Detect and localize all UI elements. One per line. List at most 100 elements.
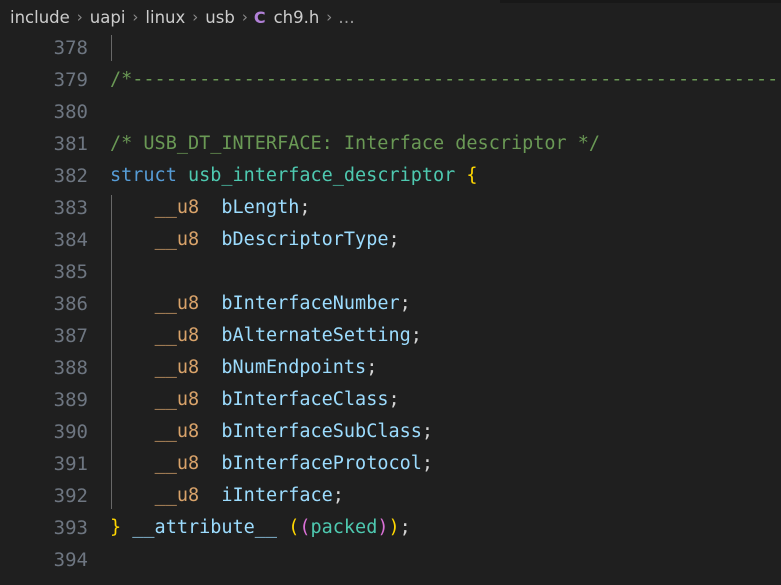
line-content[interactable]: __u8 bInterfaceNumber; (110, 288, 411, 320)
code-token: ; (421, 453, 434, 474)
breadcrumb[interactable]: include › uapi › linux › usb › Cch9.h › … (0, 3, 781, 32)
breadcrumb-item-uapi[interactable]: uapi (89, 3, 127, 32)
code-token: ) (377, 517, 389, 538)
code-token: /* USB_DT_INTERFACE: Interface descripto… (110, 133, 601, 154)
code-line[interactable]: 393 } __attribute__ ((packed)); (0, 512, 781, 544)
line-content[interactable]: __u8 iInterface; (110, 480, 344, 512)
line-number: 386 (53, 293, 88, 315)
line-number: 391 (53, 453, 88, 475)
c-file-icon: C (253, 8, 266, 27)
code-token: ; (410, 325, 422, 346)
line-number: 383 (53, 197, 88, 219)
code-token: struct (110, 165, 177, 186)
code-token: } (110, 517, 122, 538)
code-line[interactable]: 385 (0, 256, 781, 288)
breadcrumb-overflow[interactable]: … (338, 3, 356, 32)
code-editor[interactable]: 378 379 /*--------------------------------… (0, 32, 781, 585)
code-token: bInterfaceSubClass (221, 421, 422, 442)
line-content[interactable]: /*--------------------------------------… (110, 64, 781, 96)
line-content[interactable]: __u8 bLength; (110, 192, 311, 224)
code-line[interactable]: 381 /* USB_DT_INTERFACE: Interface descri… (0, 128, 781, 160)
code-line[interactable]: 386 __u8 bInterfaceNumber; (0, 288, 781, 320)
breadcrumb-separator: › (76, 8, 83, 26)
code-token: __u8 (154, 389, 200, 410)
breadcrumb-item-usb[interactable]: usb (204, 3, 236, 32)
breadcrumb-separator: › (192, 8, 199, 26)
line-content[interactable]: __u8 bDescriptorType; (110, 224, 400, 256)
breadcrumb-separator: › (132, 8, 139, 26)
code-token: __u8 (154, 453, 200, 474)
code-line[interactable]: 389 __u8 bInterfaceClass; (0, 384, 781, 416)
code-token: ; (421, 421, 434, 442)
line-number: 392 (53, 485, 88, 507)
code-token: ; (332, 485, 344, 506)
code-line[interactable]: 390 __u8 bInterfaceSubClass; (0, 416, 781, 448)
code-token: ) (388, 517, 400, 538)
line-content[interactable]: struct usb_interface_descriptor { (110, 160, 478, 192)
code-line[interactable]: 391 __u8 bInterfaceProtocol; (0, 448, 781, 480)
code-token: bLength (221, 197, 300, 218)
line-number: 380 (53, 101, 88, 123)
code-token: bInterfaceNumber (221, 293, 400, 314)
code-token: /*--------------------------------------… (110, 69, 781, 90)
line-number: 389 (53, 389, 88, 411)
code-line[interactable]: 378 (0, 32, 781, 64)
breadcrumb-item-ch9-h[interactable]: ch9.h (273, 3, 321, 32)
code-token: ; (366, 357, 378, 378)
breadcrumb-item-linux[interactable]: linux (144, 3, 186, 32)
code-token: usb_interface_descriptor (187, 165, 456, 186)
line-number: 385 (53, 261, 88, 283)
code-line[interactable]: 392 __u8 iInterface; (0, 480, 781, 512)
line-content[interactable]: } __attribute__ ((packed)); (110, 512, 411, 544)
line-number: 393 (53, 517, 88, 539)
line-content[interactable]: __u8 bNumEndpoints; (110, 352, 378, 384)
code-token: bDescriptorType (221, 229, 389, 250)
code-token: ( (288, 517, 300, 538)
code-line[interactable]: 387 __u8 bAlternateSetting; (0, 320, 781, 352)
code-line[interactable]: 394 (0, 544, 781, 576)
line-number: 384 (53, 229, 88, 251)
code-line[interactable]: 388 __u8 bNumEndpoints; (0, 352, 781, 384)
code-line[interactable]: 379 /*-----------------------------------… (0, 64, 781, 96)
code-token: iInterface (221, 485, 333, 506)
code-token: ; (399, 293, 411, 314)
line-content[interactable]: __u8 bInterfaceSubClass; (110, 416, 433, 448)
line-number: 387 (53, 325, 88, 347)
code-line[interactable]: 384 __u8 bDescriptorType; (0, 224, 781, 256)
indent-guide (111, 195, 112, 509)
breadcrumb-separator: › (326, 8, 333, 26)
code-token: ( (299, 517, 311, 538)
code-token: bInterfaceClass (221, 389, 389, 410)
code-line[interactable]: 383 __u8 bLength; (0, 192, 781, 224)
code-token: __u8 (154, 293, 200, 314)
line-number: 394 (53, 549, 88, 571)
code-token: __u8 (154, 357, 200, 378)
code-token: __u8 (154, 421, 200, 442)
line-number: 390 (53, 421, 88, 443)
breadcrumb-item-include[interactable]: include (9, 3, 71, 32)
code-token: ; (388, 389, 400, 410)
code-token: __u8 (154, 485, 200, 506)
line-content[interactable]: __u8 bAlternateSetting; (110, 320, 422, 352)
code-line[interactable]: 382 struct usb_interface_descriptor { (0, 160, 781, 192)
code-token: __attribute__ (132, 517, 278, 538)
code-token: ; (388, 229, 400, 250)
line-content[interactable]: __u8 bInterfaceProtocol; (110, 448, 433, 480)
line-number: 378 (53, 37, 88, 59)
line-content[interactable]: /* USB_DT_INTERFACE: Interface descripto… (110, 128, 600, 160)
breadcrumb-separator: › (241, 8, 248, 26)
code-line[interactable]: 380 (0, 96, 781, 128)
code-token: { (466, 165, 478, 186)
line-content[interactable]: __u8 bInterfaceClass; (110, 384, 400, 416)
line-number: 381 (53, 133, 88, 155)
